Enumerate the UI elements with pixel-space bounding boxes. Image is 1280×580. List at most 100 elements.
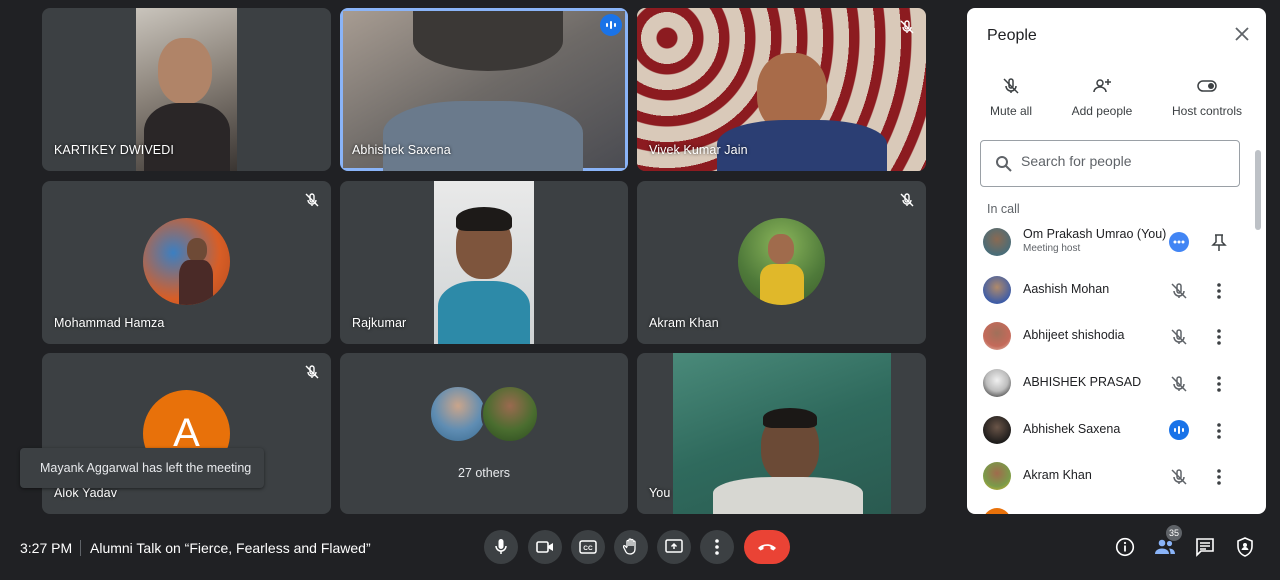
mic-off-icon [305, 365, 319, 379]
avatar [983, 228, 1011, 256]
clock: 3:27 PM [20, 540, 73, 556]
list-item[interactable]: Akram Khan [967, 454, 1252, 498]
more-vert-icon[interactable] [1211, 421, 1227, 441]
panel-title: People [987, 27, 1037, 44]
more-vert-icon[interactable] [1211, 327, 1227, 347]
avatar [143, 218, 230, 305]
participant-tile-rajkumar[interactable]: Rajkumar [340, 181, 628, 344]
present-screen-icon [665, 539, 683, 553]
hand-icon [623, 538, 636, 555]
participant-name: Abhijeet shishodia [1023, 328, 1125, 342]
pin-icon[interactable] [1211, 233, 1227, 253]
participant-name: Alok Yadav [54, 486, 118, 500]
mic-off-icon [1171, 283, 1187, 299]
video-feed [673, 353, 891, 514]
participant-name: You [649, 486, 671, 500]
add-people-button[interactable]: Add people [1054, 76, 1150, 120]
others-count-label: 27 others [457, 466, 511, 480]
avatar [983, 369, 1011, 397]
search-field[interactable] [980, 140, 1240, 187]
videocam-icon [536, 541, 553, 553]
mic-off-icon [1171, 329, 1187, 345]
call-end-icon [758, 544, 776, 551]
participant-name: Akram Khan [649, 316, 719, 330]
host-controls-button[interactable]: Host controls [1159, 76, 1255, 120]
participant-tile-kartikey[interactable]: KARTIKEY DWIVEDI [42, 8, 331, 171]
list-item[interactable]: Om Prakash Umrao (You) Meeting host [967, 220, 1252, 264]
divider [80, 540, 81, 556]
list-item[interactable]: ABHISHEK PRASAD [967, 361, 1252, 405]
toggle-icon [1197, 80, 1217, 92]
participant-count-badge: 35 [1166, 525, 1182, 541]
more-vert-icon[interactable] [1211, 467, 1227, 487]
meeting-details-button[interactable] [1114, 536, 1136, 558]
meeting-title: Alumni Talk on “Fierce, Fearless and Fla… [90, 540, 371, 556]
participant-tile-alok[interactable]: A Alok Yadav [42, 353, 331, 514]
mute-all-button[interactable]: Mute all [967, 76, 1059, 120]
participant-tile-akram[interactable]: Akram Khan [637, 181, 926, 344]
host-controls-button[interactable] [1234, 536, 1256, 558]
participant-name: Rajkumar [352, 316, 407, 330]
participant-name: ABHISHEK PRASAD [1023, 375, 1142, 389]
participant-tile-abhishek[interactable]: Abhishek Saxena [340, 8, 628, 171]
search-input[interactable] [1021, 153, 1221, 169]
speaking-indicator-icon [1169, 420, 1189, 440]
info-icon [1115, 537, 1135, 557]
camera-button[interactable] [528, 530, 562, 564]
others-tile[interactable]: 27 others [340, 353, 628, 514]
more-vert-icon[interactable] [1211, 281, 1227, 301]
mic-off-icon [1003, 78, 1019, 94]
chat-button[interactable] [1194, 536, 1216, 558]
more-vert-icon [715, 539, 719, 555]
participant-name: Akram Khan [1023, 468, 1092, 482]
self-view-tile[interactable]: You [637, 353, 926, 514]
microphone-button[interactable] [484, 530, 518, 564]
close-icon[interactable] [1234, 26, 1250, 42]
captions-button[interactable]: CC [571, 530, 605, 564]
participant-name: Abhishek Saxena [352, 143, 451, 157]
list-item[interactable]: Abhijeet shishodia [967, 314, 1252, 358]
mic-off-icon [1171, 376, 1187, 392]
avatar [481, 385, 539, 443]
participant-name: Abhishek Saxena [1023, 422, 1121, 436]
mic-icon [495, 539, 507, 554]
scrollbar[interactable] [1255, 150, 1261, 230]
mic-off-icon [900, 20, 914, 34]
participant-tile-vivek[interactable]: Vivek Kumar Jain [637, 8, 926, 171]
notification-toast: Mayank Aggarwal has left the meeting [20, 448, 264, 488]
mic-off-icon [305, 193, 319, 207]
avatar [983, 508, 1011, 514]
speaking-indicator-icon [600, 14, 622, 36]
participant-name: Vivek Kumar Jain [649, 143, 748, 157]
leave-call-button[interactable] [744, 530, 790, 564]
avatar [429, 385, 487, 443]
add-people-label: Add people [1071, 104, 1133, 118]
search-icon [996, 156, 1012, 172]
closed-captions-icon: CC [579, 540, 597, 554]
avatar [983, 276, 1011, 304]
mic-off-icon [900, 193, 914, 207]
avatar [983, 462, 1011, 490]
section-label: In call [987, 202, 1020, 216]
participant-name: Aashish Mohan [1023, 282, 1110, 296]
participant-name: Om Prakash Umrao (You) [1023, 227, 1167, 241]
raise-hand-button[interactable] [614, 530, 648, 564]
svg-text:CC: CC [583, 545, 593, 552]
more-options-icon[interactable] [1169, 232, 1189, 252]
more-vert-icon[interactable] [1211, 374, 1227, 394]
list-item[interactable]: Abhishek Saxena [967, 408, 1252, 452]
shield-icon [1237, 537, 1253, 557]
mic-off-icon [1171, 469, 1187, 485]
list-item[interactable]: Aashish Mohan [967, 268, 1252, 312]
avatar [983, 322, 1011, 350]
participant-tile-hamza[interactable]: Mohammad Hamza [42, 181, 331, 344]
avatar [983, 416, 1011, 444]
participant-name: Mohammad Hamza [54, 316, 165, 330]
more-options-button[interactable] [700, 530, 734, 564]
avatar [738, 218, 825, 305]
participant-role: Meeting host [1023, 243, 1081, 254]
present-button[interactable] [657, 530, 691, 564]
add-person-icon [1093, 79, 1111, 93]
participant-name: KARTIKEY DWIVEDI [54, 143, 174, 157]
video-feed [434, 181, 534, 344]
